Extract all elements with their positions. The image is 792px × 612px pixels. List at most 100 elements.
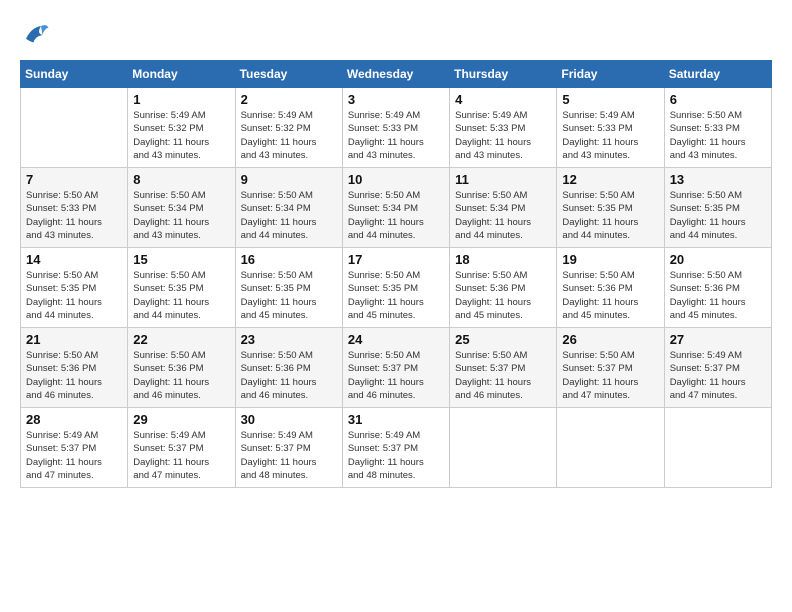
calendar-cell: 13Sunrise: 5:50 AMSunset: 5:35 PMDayligh… — [664, 168, 771, 248]
day-number: 27 — [670, 332, 766, 347]
calendar-cell: 23 Sunrise: 5:50 AMSunset: 5:36 PMDayligh… — [235, 328, 342, 408]
calendar-cell: 26Sunrise: 5:50 AMSunset: 5:37 PMDayligh… — [557, 328, 664, 408]
calendar-header-row: SundayMondayTuesdayWednesdayThursdayFrid… — [21, 61, 772, 88]
day-info: Sunrise: 5:50 AMSunset: 5:35 PMDaylight:… — [562, 189, 658, 242]
day-number: 12 — [562, 172, 658, 187]
day-info: Sunrise: 5:49 AMSunset: 5:33 PMDaylight:… — [562, 109, 658, 162]
calendar-cell: 7 Sunrise: 5:50 AMSunset: 5:33 PMDaylight… — [21, 168, 128, 248]
calendar-cell: 2 Sunrise: 5:49 AMSunset: 5:32 PMDaylight… — [235, 88, 342, 168]
day-info: Sunrise: 5:50 AMSunset: 5:33 PMDaylight:… — [670, 109, 766, 162]
calendar-cell: 14 Sunrise: 5:50 AMSunset: 5:35 PMDayligh… — [21, 248, 128, 328]
day-number: 22 — [133, 332, 229, 347]
day-number: 1 — [133, 92, 229, 107]
day-info: Sunrise: 5:49 AMSunset: 5:37 PMDaylight:… — [133, 429, 229, 482]
calendar-week-2: 7 Sunrise: 5:50 AMSunset: 5:33 PMDaylight… — [21, 168, 772, 248]
calendar-week-1: 1 Sunrise: 5:49 AMSunset: 5:32 PMDaylight… — [21, 88, 772, 168]
day-number: 8 — [133, 172, 229, 187]
day-header-sunday: Sunday — [21, 61, 128, 88]
day-number: 11 — [455, 172, 551, 187]
day-info: Sunrise: 5:50 AMSunset: 5:34 PMDaylight:… — [241, 189, 337, 242]
day-info: Sunrise: 5:49 AMSunset: 5:37 PMDaylight:… — [348, 429, 444, 482]
day-number: 15 — [133, 252, 229, 267]
day-info: Sunrise: 5:49 AMSunset: 5:37 PMDaylight:… — [670, 349, 766, 402]
calendar-cell: 9 Sunrise: 5:50 AMSunset: 5:34 PMDaylight… — [235, 168, 342, 248]
calendar-cell: 18 Sunrise: 5:50 AMSunset: 5:36 PMDayligh… — [450, 248, 557, 328]
day-number: 28 — [26, 412, 122, 427]
day-info: Sunrise: 5:50 AMSunset: 5:37 PMDaylight:… — [455, 349, 551, 402]
day-info: Sunrise: 5:50 AMSunset: 5:35 PMDaylight:… — [133, 269, 229, 322]
day-info: Sunrise: 5:50 AMSunset: 5:33 PMDaylight:… — [26, 189, 122, 242]
calendar-cell: 22 Sunrise: 5:50 AMSunset: 5:36 PMDayligh… — [128, 328, 235, 408]
page-header — [20, 20, 772, 50]
calendar-cell: 15 Sunrise: 5:50 AMSunset: 5:35 PMDayligh… — [128, 248, 235, 328]
day-info: Sunrise: 5:50 AMSunset: 5:36 PMDaylight:… — [455, 269, 551, 322]
day-number: 7 — [26, 172, 122, 187]
day-header-monday: Monday — [128, 61, 235, 88]
calendar-cell: 24 Sunrise: 5:50 AMSunset: 5:37 PMDayligh… — [342, 328, 449, 408]
day-header-thursday: Thursday — [450, 61, 557, 88]
logo-bird-icon — [20, 20, 50, 50]
day-number: 20 — [670, 252, 766, 267]
calendar-cell: 27 Sunrise: 5:49 AMSunset: 5:37 PMDayligh… — [664, 328, 771, 408]
day-info: Sunrise: 5:50 AMSunset: 5:35 PMDaylight:… — [241, 269, 337, 322]
day-info: Sunrise: 5:50 AMSunset: 5:36 PMDaylight:… — [670, 269, 766, 322]
day-info: Sunrise: 5:50 AMSunset: 5:36 PMDaylight:… — [241, 349, 337, 402]
day-number: 24 — [348, 332, 444, 347]
day-number: 19 — [562, 252, 658, 267]
day-number: 6 — [670, 92, 766, 107]
calendar-cell: 1 Sunrise: 5:49 AMSunset: 5:32 PMDaylight… — [128, 88, 235, 168]
calendar-cell: 10 Sunrise: 5:50 AMSunset: 5:34 PMDayligh… — [342, 168, 449, 248]
day-number: 13 — [670, 172, 766, 187]
logo — [20, 20, 54, 50]
calendar-cell: 3 Sunrise: 5:49 AMSunset: 5:33 PMDaylight… — [342, 88, 449, 168]
day-number: 10 — [348, 172, 444, 187]
day-number: 2 — [241, 92, 337, 107]
day-info: Sunrise: 5:49 AMSunset: 5:33 PMDaylight:… — [348, 109, 444, 162]
calendar-week-3: 14 Sunrise: 5:50 AMSunset: 5:35 PMDayligh… — [21, 248, 772, 328]
calendar-cell: 28Sunrise: 5:49 AMSunset: 5:37 PMDayligh… — [21, 408, 128, 488]
calendar-cell: 16 Sunrise: 5:50 AMSunset: 5:35 PMDayligh… — [235, 248, 342, 328]
day-info: Sunrise: 5:49 AMSunset: 5:32 PMDaylight:… — [241, 109, 337, 162]
day-number: 17 — [348, 252, 444, 267]
calendar-cell: 31 Sunrise: 5:49 AMSunset: 5:37 PMDayligh… — [342, 408, 449, 488]
day-info: Sunrise: 5:50 AMSunset: 5:34 PMDaylight:… — [133, 189, 229, 242]
day-number: 23 — [241, 332, 337, 347]
day-number: 9 — [241, 172, 337, 187]
calendar-week-5: 28 Sunrise: 5:49 AMSunset: 5:37 PMDayligh… — [21, 408, 772, 488]
calendar-cell: 20 Sunrise: 5:50 AMSunset: 5:36 PMDayligh… — [664, 248, 771, 328]
calendar-cell: 29Sunrise: 5:49 AMSunset: 5:37 PMDayligh… — [128, 408, 235, 488]
day-info: Sunrise: 5:50 AMSunset: 5:36 PMDaylight:… — [26, 349, 122, 402]
day-number: 14 — [26, 252, 122, 267]
day-header-saturday: Saturday — [664, 61, 771, 88]
calendar-cell: 30 Sunrise: 5:49 AMSunset: 5:37 PMDayligh… — [235, 408, 342, 488]
day-info: Sunrise: 5:49 AMSunset: 5:37 PMDaylight:… — [241, 429, 337, 482]
day-info: Sunrise: 5:50 AMSunset: 5:34 PMDaylight:… — [455, 189, 551, 242]
day-number: 4 — [455, 92, 551, 107]
day-number: 31 — [348, 412, 444, 427]
calendar-week-4: 21Sunrise: 5:50 AMSunset: 5:36 PMDayligh… — [21, 328, 772, 408]
day-info: Sunrise: 5:50 AMSunset: 5:35 PMDaylight:… — [26, 269, 122, 322]
calendar-table: SundayMondayTuesdayWednesdayThursdayFrid… — [20, 60, 772, 488]
day-header-wednesday: Wednesday — [342, 61, 449, 88]
day-info: Sunrise: 5:50 AMSunset: 5:37 PMDaylight:… — [348, 349, 444, 402]
day-number: 3 — [348, 92, 444, 107]
day-info: Sunrise: 5:49 AMSunset: 5:33 PMDaylight:… — [455, 109, 551, 162]
day-info: Sunrise: 5:50 AMSunset: 5:36 PMDaylight:… — [133, 349, 229, 402]
calendar-cell: 8 Sunrise: 5:50 AMSunset: 5:34 PMDaylight… — [128, 168, 235, 248]
day-number: 30 — [241, 412, 337, 427]
day-number: 16 — [241, 252, 337, 267]
calendar-cell: 6 Sunrise: 5:50 AMSunset: 5:33 PMDaylight… — [664, 88, 771, 168]
day-info: Sunrise: 5:49 AMSunset: 5:32 PMDaylight:… — [133, 109, 229, 162]
day-number: 25 — [455, 332, 551, 347]
day-info: Sunrise: 5:50 AMSunset: 5:34 PMDaylight:… — [348, 189, 444, 242]
calendar-body: 1 Sunrise: 5:49 AMSunset: 5:32 PMDaylight… — [21, 88, 772, 488]
calendar-cell: 17Sunrise: 5:50 AMSunset: 5:35 PMDayligh… — [342, 248, 449, 328]
calendar-cell: 25 Sunrise: 5:50 AMSunset: 5:37 PMDayligh… — [450, 328, 557, 408]
day-number: 18 — [455, 252, 551, 267]
calendar-cell: 4 Sunrise: 5:49 AMSunset: 5:33 PMDaylight… — [450, 88, 557, 168]
calendar-cell — [664, 408, 771, 488]
day-header-tuesday: Tuesday — [235, 61, 342, 88]
day-number: 5 — [562, 92, 658, 107]
calendar-cell: 12 Sunrise: 5:50 AMSunset: 5:35 PMDayligh… — [557, 168, 664, 248]
day-info: Sunrise: 5:50 AMSunset: 5:37 PMDaylight:… — [562, 349, 658, 402]
